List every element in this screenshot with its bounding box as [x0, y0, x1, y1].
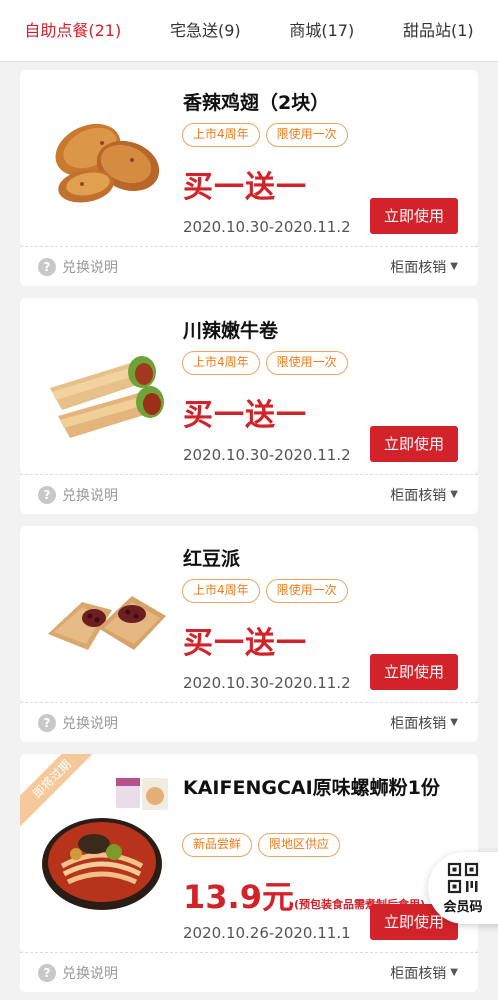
- counter-verify-label: 柜面核销: [390, 487, 447, 504]
- coupon-body: 红豆派 上市4周年 限使用一次 买一送一 2020.10.30-2020.11.…: [20, 526, 478, 702]
- tag-region-limited: 限地区供应: [258, 833, 341, 857]
- member-code-label: 会员码: [443, 899, 483, 915]
- tag-single-use: 限使用一次: [265, 579, 348, 603]
- coupon-tags: 新品尝鲜 限地区供应: [182, 833, 341, 857]
- question-icon: ?: [38, 485, 56, 504]
- question-icon: ?: [38, 713, 56, 732]
- coupon-card: 川辣嫩牛卷 上市4周年 限使用一次 买一送一 2020.10.30-2020.1…: [20, 298, 478, 514]
- tag-anniversary: 上市4周年: [182, 123, 260, 147]
- use-now-button[interactable]: 立即使用: [370, 198, 458, 234]
- coupon-card: 红豆派 上市4周年 限使用一次 买一送一 2020.10.30-2020.11.…: [20, 526, 478, 742]
- promo-text: 买一送一: [183, 626, 307, 661]
- use-now-button[interactable]: 立即使用: [370, 654, 458, 690]
- counter-verify-label: 柜面核销: [390, 715, 447, 732]
- chicken-wings-image: [55, 123, 160, 203]
- tag-single-use: 限使用一次: [265, 351, 348, 375]
- coupon-footer: ? 兑换说明 柜面核销 ▼: [20, 474, 478, 514]
- tag-anniversary: 上市4周年: [182, 351, 260, 375]
- chevron-down-icon: ▼: [450, 489, 458, 500]
- tab-self-order[interactable]: 自助点餐(21): [24, 0, 121, 62]
- category-tabs: 自助点餐(21) 宅急送(9) 商城(17) 甜品站(1): [0, 0, 498, 62]
- redeem-info-label: 兑换说明: [62, 965, 118, 982]
- coupon-body: 川辣嫩牛卷 上市4周年 限使用一次 买一送一 2020.10.30-2020.1…: [20, 298, 478, 474]
- qr-code-icon: [447, 862, 479, 893]
- redeem-info-link[interactable]: ? 兑换说明: [38, 257, 118, 277]
- member-code-button[interactable]: 会员码: [428, 852, 498, 924]
- valid-dates: 2020.10.26-2020.11.1: [183, 924, 351, 942]
- expiring-ribbon: 即将过期: [20, 754, 110, 844]
- coupon-card: 即将过期 KAIFENGCAI原味螺蛳粉1份 新品尝鲜 限地区供应 13.9元(…: [20, 754, 478, 992]
- coupon-card: 香辣鸡翅（2块） 上市4周年 限使用一次 买一送一 2020.10.30-202…: [20, 70, 478, 286]
- chevron-down-icon: ▼: [450, 717, 458, 728]
- counter-verify-label: 柜面核销: [390, 965, 447, 982]
- tab-dessert[interactable]: 甜品站(1): [403, 0, 474, 62]
- redeem-info-label: 兑换说明: [62, 259, 118, 276]
- coupon-footer: ? 兑换说明 柜面核销 ▼: [20, 702, 478, 742]
- counter-verify-toggle[interactable]: 柜面核销 ▼: [390, 713, 458, 733]
- coupon-title: 红豆派: [183, 548, 241, 570]
- valid-dates: 2020.10.30-2020.11.2: [183, 218, 351, 236]
- beef-wrap-image: [50, 356, 164, 438]
- coupon-title: 香辣鸡翅（2块）: [183, 92, 330, 114]
- coupon-tags: 上市4周年 限使用一次: [182, 351, 348, 375]
- question-icon: ?: [38, 963, 56, 982]
- promo-text: 买一送一: [183, 170, 307, 205]
- redeem-info-link[interactable]: ? 兑换说明: [38, 963, 118, 983]
- coupon-footer: ? 兑换说明 柜面核销 ▼: [20, 952, 478, 992]
- redeem-info-link[interactable]: ? 兑换说明: [38, 713, 118, 733]
- coupon-tags: 上市4周年 限使用一次: [182, 123, 348, 147]
- tag-new-product: 新品尝鲜: [182, 833, 253, 857]
- use-now-button[interactable]: 立即使用: [370, 426, 458, 462]
- valid-dates: 2020.10.30-2020.11.2: [183, 674, 351, 692]
- tab-delivery[interactable]: 宅急送(9): [170, 0, 241, 62]
- coupon-body: 即将过期 KAIFENGCAI原味螺蛳粉1份 新品尝鲜 限地区供应 13.9元(…: [20, 754, 478, 952]
- redeem-info-link[interactable]: ? 兑换说明: [38, 485, 118, 505]
- counter-verify-label: 柜面核销: [390, 259, 447, 276]
- coupon-footer: ? 兑换说明 柜面核销 ▼: [20, 246, 478, 286]
- red-bean-pie-image: [48, 596, 166, 650]
- coupon-tags: 上市4周年 限使用一次: [182, 579, 348, 603]
- counter-verify-toggle[interactable]: 柜面核销 ▼: [390, 963, 458, 983]
- question-icon: ?: [38, 257, 56, 276]
- chevron-down-icon: ▼: [450, 967, 458, 978]
- tag-anniversary: 上市4周年: [182, 579, 260, 603]
- valid-dates: 2020.10.30-2020.11.2: [183, 446, 351, 464]
- expiring-ribbon-label: 即将过期: [20, 754, 103, 830]
- chevron-down-icon: ▼: [450, 261, 458, 272]
- tag-single-use: 限使用一次: [265, 123, 348, 147]
- coupon-title: KAIFENGCAI原味螺蛳粉1份: [183, 777, 440, 799]
- redeem-info-label: 兑换说明: [62, 487, 118, 504]
- price-value: 13.9元: [183, 878, 294, 916]
- counter-verify-toggle[interactable]: 柜面核销 ▼: [390, 485, 458, 505]
- counter-verify-toggle[interactable]: 柜面核销 ▼: [390, 257, 458, 277]
- coupon-title: 川辣嫩牛卷: [183, 320, 279, 342]
- tab-mall[interactable]: 商城(17): [289, 0, 354, 62]
- redeem-info-label: 兑换说明: [62, 715, 118, 732]
- promo-text: 买一送一: [183, 398, 307, 433]
- coupon-body: 香辣鸡翅（2块） 上市4周年 限使用一次 买一送一 2020.10.30-202…: [20, 70, 478, 246]
